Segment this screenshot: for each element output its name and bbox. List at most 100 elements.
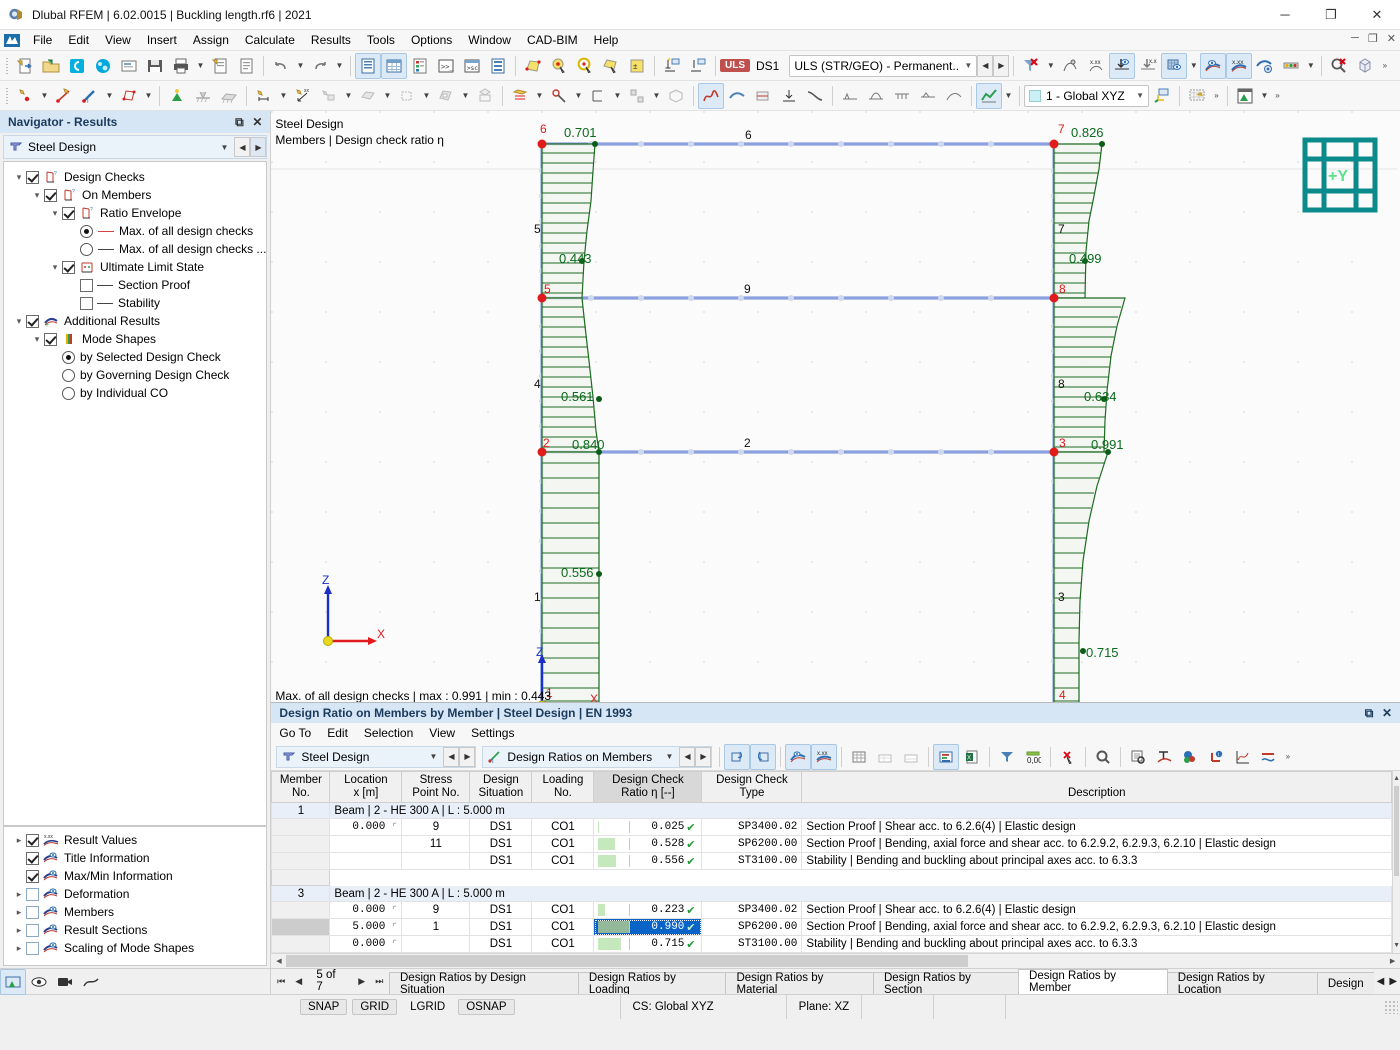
chevron-more-icon[interactable]: » (1281, 744, 1294, 770)
result-diagram-icon[interactable] (1057, 53, 1083, 79)
surface-load-dropdown-icon[interactable]: ▼ (381, 83, 394, 109)
tree-item-max-of-all-design-checks[interactable]: Max. of all design checks ... (4, 240, 266, 258)
measure-icon[interactable] (585, 83, 611, 109)
location-cell[interactable] (330, 853, 402, 870)
line-load-icon[interactable]: xx (290, 83, 316, 109)
tab-design-ratios-by-design-situation[interactable]: Design Ratios by Design Situation (389, 972, 579, 994)
display-checkbox[interactable] (26, 924, 39, 937)
ds-next-button[interactable]: ▶ (993, 55, 1009, 77)
display-checkbox[interactable] (26, 942, 39, 955)
diagram-d-icon[interactable] (915, 83, 941, 109)
table-group-row[interactable]: 1Beam | 2 - HE 300 A | L : 5.000 m (272, 803, 1392, 819)
table-module-combo[interactable]: Steel Design ▼ ◀ ▶ (276, 746, 476, 768)
show-results-icon[interactable] (1109, 53, 1135, 79)
diagram-c-icon[interactable] (889, 83, 915, 109)
surface-load-icon[interactable] (355, 83, 381, 109)
scroll-thumb[interactable] (1394, 786, 1399, 876)
half-table-icon[interactable] (872, 744, 898, 770)
split-table-icon[interactable] (898, 744, 924, 770)
location-cell[interactable]: 5.000 ⌜ (330, 919, 402, 936)
array-dropdown-icon[interactable]: ▼ (650, 83, 663, 109)
tab-design[interactable]: Design (1317, 972, 1374, 994)
restore-icon[interactable]: ⧉ (230, 115, 248, 130)
table-type-combo[interactable]: I Design Ratios on Members ▼ ◀ ▶ (482, 746, 712, 768)
data-navigator-icon[interactable] (355, 53, 381, 79)
navigator-tree[interactable]: ▾?Design Checks▾?On Members▾?Ratio Envel… (3, 161, 267, 826)
scroll-right-icon[interactable]: ▶ (1385, 954, 1400, 968)
extrude-icon[interactable] (663, 83, 689, 109)
menu-tools[interactable]: Tools (359, 31, 403, 50)
tree-checkbox[interactable] (26, 315, 39, 328)
menu-edit[interactable]: Edit (60, 31, 97, 50)
location-cell[interactable]: 0.000 ⌜ (330, 819, 402, 836)
description-cell[interactable]: Stability | Bending and buckling about p… (802, 853, 1392, 870)
cloud-icon[interactable] (64, 53, 90, 79)
col-header-stress-point[interactable]: StressPoint No. (402, 772, 470, 803)
check-type-cell[interactable]: SP6200.00 (702, 836, 802, 853)
polygon-select-icon[interactable] (598, 53, 624, 79)
tree-checkbox[interactable] (62, 207, 75, 220)
scroll-track[interactable] (1393, 786, 1400, 938)
new-surface-icon[interactable] (116, 83, 142, 109)
result-values-icon[interactable]: x.xx (1083, 53, 1109, 79)
table-row[interactable]: 0.000 ⌜DS1CO10.715✔ST3100.00Stability | … (272, 936, 1392, 953)
menu-help[interactable]: Help (586, 31, 627, 50)
resize-grip[interactable] (1384, 1000, 1398, 1014)
expand-chevron-icon[interactable]: ▾ (48, 208, 62, 219)
osnap-button[interactable]: OSNAP (458, 999, 514, 1015)
full-table-icon[interactable] (846, 744, 872, 770)
doc-restore-button[interactable]: ❐ (1368, 32, 1378, 45)
expand-chevron-icon[interactable]: ▸ (12, 943, 26, 954)
display-checkbox[interactable] (26, 906, 39, 919)
tree-item-on-members[interactable]: ▾?On Members (4, 186, 266, 204)
table-row[interactable]: 0.000 ⌜9DS1CO10.223✔SP3400.02Section Pro… (272, 902, 1392, 919)
support-top-icon[interactable] (659, 53, 685, 79)
ratio-cell[interactable]: 0.025✔ (594, 819, 702, 836)
menu-window[interactable]: Window (460, 31, 519, 50)
table-row[interactable]: 5.000 ⌜1DS1CO10.990✔SP6200.00Section Pro… (272, 919, 1392, 936)
more-icon[interactable]: » (1378, 53, 1391, 79)
menu-assign[interactable]: Assign (185, 31, 237, 50)
ds-prev-button[interactable]: ◀ (977, 55, 993, 77)
display-item-result-sections[interactable]: ▸Result Sections (4, 921, 266, 939)
tree-item-max-of-all-design-checks[interactable]: Max. of all design checks (4, 222, 266, 240)
restore-icon[interactable]: ⧉ (1360, 706, 1378, 721)
tree-checkbox[interactable] (26, 171, 39, 184)
design-situation-combo[interactable]: ULS (STR/GEO) - Permanent... ▼ (789, 55, 977, 77)
new-model-icon[interactable] (12, 53, 38, 79)
solid-dropdown-icon[interactable]: ▼ (420, 83, 433, 109)
support-bottom-icon[interactable] (685, 53, 711, 79)
design-situation-cell[interactable]: DS1 (470, 836, 532, 853)
box-icon[interactable] (1352, 53, 1378, 79)
tab-design-ratios-by-member[interactable]: Design Ratios by Member (1018, 969, 1168, 994)
delete-object-icon[interactable] (472, 83, 498, 109)
grid-vertical-scrollbar[interactable]: ▲ ▼ (1392, 771, 1400, 953)
panel-icon[interactable] (0, 969, 26, 995)
delete-selection-icon[interactable] (1055, 744, 1081, 770)
type-next-button[interactable]: ▶ (695, 747, 711, 767)
export-icon[interactable] (750, 744, 776, 770)
results-grid-wrap[interactable]: MemberNo. Locationx [m] StressPoint No. … (271, 771, 1400, 953)
loading-cell[interactable]: CO1 (532, 836, 594, 853)
design-situation-cell[interactable]: DS1 (470, 936, 532, 953)
tree-item-by-individual-co[interactable]: by Individual CO (4, 384, 266, 402)
import-icon[interactable] (724, 744, 750, 770)
support-reaction-icon[interactable] (776, 83, 802, 109)
stress-point-cell[interactable]: 1 (402, 919, 470, 936)
stress-point-cell[interactable]: 9 (402, 819, 470, 836)
close-icon[interactable]: ✕ (1378, 706, 1396, 720)
result-multicolor-dropdown-icon[interactable]: ▼ (1304, 53, 1317, 79)
stress-point-cell[interactable]: 11 (402, 836, 470, 853)
filter-dropdown-icon[interactable]: ▼ (1044, 53, 1057, 79)
nodal-support-icon[interactable] (164, 83, 190, 109)
check-type-cell[interactable]: SP6200.00 (702, 919, 802, 936)
loading-cell[interactable]: CO1 (532, 936, 594, 953)
script-icon[interactable]: >sc (459, 53, 485, 79)
tables-icon[interactable] (381, 53, 407, 79)
find-icon[interactable] (1090, 744, 1116, 770)
color-circles-icon[interactable] (1177, 744, 1203, 770)
toolbar-grip[interactable] (4, 56, 10, 76)
col-header-check-type[interactable]: Design CheckType (702, 772, 802, 803)
bar-chart-icon[interactable] (933, 744, 959, 770)
pager-prev-button[interactable]: ◀ (293, 976, 305, 987)
